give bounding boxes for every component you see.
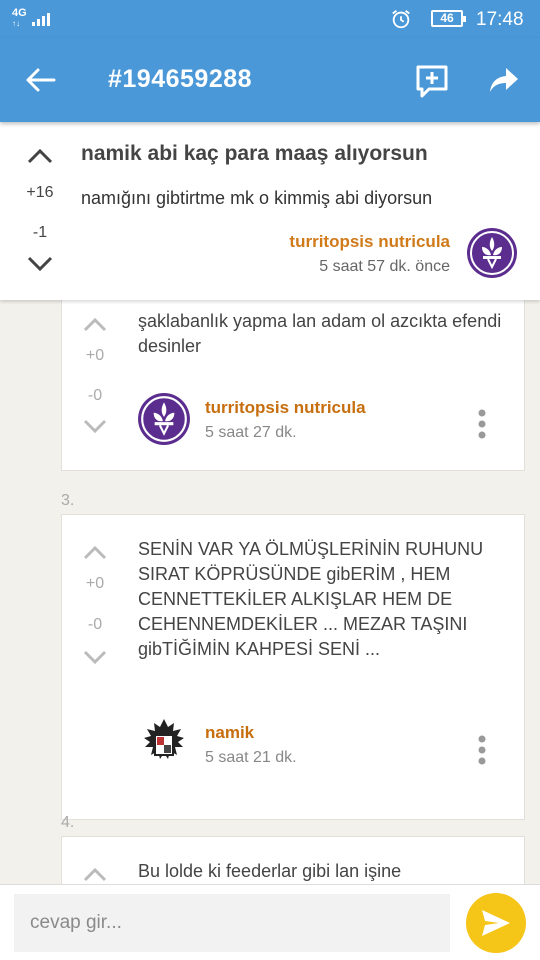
chevron-up-icon[interactable] (82, 315, 108, 333)
upvote-count: +0 (85, 347, 105, 364)
downvote-count: -0 (87, 387, 103, 404)
upvote-count: +0 (85, 575, 105, 592)
alarm-icon (392, 10, 410, 29)
comment-text: şaklabanlık yapma lan adam ol azcıkta ef… (138, 311, 502, 356)
comment-author[interactable]: turritopsis nutricula (205, 398, 366, 418)
entry-time: 5 saat 57 dk. önce (319, 258, 450, 275)
status-bar: 4G ↑↓ 46 17:48 (0, 0, 540, 38)
page-title: #194659288 (108, 65, 253, 93)
chevron-up-icon[interactable] (82, 543, 108, 561)
send-icon (482, 910, 510, 936)
downvote-count: -1 (32, 224, 48, 241)
chevron-down-icon[interactable] (26, 254, 54, 274)
comment-number: 4. (61, 814, 75, 831)
send-button[interactable] (466, 893, 526, 953)
app-toolbar: #194659288 (0, 38, 540, 122)
comment-text: SENİN VAR YA ÖLMÜŞLERİNİN RUHUNU SIRAT K… (138, 539, 484, 659)
signal-icon (32, 12, 50, 26)
reply-bar (0, 884, 540, 960)
reply-input[interactable] (14, 894, 450, 952)
share-icon[interactable] (488, 66, 520, 94)
back-arrow-icon[interactable] (24, 66, 56, 94)
avatar[interactable] (466, 227, 518, 279)
comment-time: 5 saat 21 dk. (205, 749, 297, 766)
network-indicator: 4G ↑↓ (12, 7, 27, 29)
comment-card: +0 -0 SENİN VAR YA ÖLMÜŞLERİNİN RUHUNU S… (61, 514, 525, 820)
comment-number: 3. (61, 492, 75, 509)
add-comment-icon[interactable] (415, 64, 449, 98)
comment-time: 5 saat 27 dk. (205, 424, 297, 441)
battery-icon: 46 (431, 10, 466, 27)
comment-card: +0 -0 şaklabanlık yapma lan adam ol azcı… (61, 290, 525, 471)
entry-title: namik abi kaç para maaş alıyorsun (81, 142, 428, 165)
avatar[interactable] (137, 392, 191, 446)
more-vert-icon[interactable] (478, 735, 486, 765)
clock: 17:48 (476, 9, 524, 30)
entry-author[interactable]: turritopsis nutricula (289, 232, 450, 252)
more-vert-icon[interactable] (478, 409, 486, 439)
comment-text: Bu lolde ki feederlar gibi lan işine (138, 861, 402, 881)
comment-author[interactable]: namik (205, 723, 254, 743)
chevron-up-icon[interactable] (26, 146, 54, 166)
upvote-count: +16 (26, 184, 54, 201)
avatar[interactable] (137, 717, 191, 767)
chevron-down-icon[interactable] (82, 418, 108, 436)
entry-text: namığını gibtirtme mk o kimmiş abi diyor… (81, 188, 433, 208)
entry-card: +16 -1 namik abi kaç para maaş alıyorsun… (0, 122, 540, 300)
downvote-count: -0 (87, 616, 103, 633)
chevron-down-icon[interactable] (82, 649, 108, 667)
chevron-up-icon[interactable] (82, 865, 108, 883)
